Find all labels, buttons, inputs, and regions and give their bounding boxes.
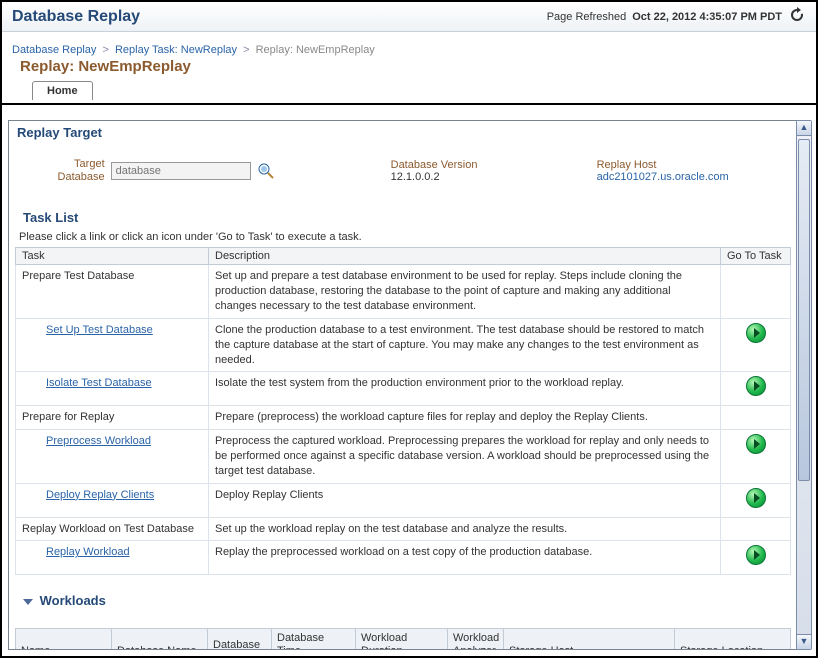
page-title: Database Replay xyxy=(12,8,140,26)
section-replay-target: Replay Target xyxy=(9,121,797,144)
go-icon[interactable] xyxy=(746,376,766,396)
scroll-down-icon[interactable]: ▼ xyxy=(797,634,811,649)
desc-col-header: Description xyxy=(209,248,721,265)
link-replay-workload[interactable]: Replay Workload xyxy=(22,546,130,558)
replay-host-label: Replay Host xyxy=(597,159,657,171)
breadcrumb-root[interactable]: Database Replay xyxy=(12,44,96,56)
db-version-label: Database Version xyxy=(391,159,478,171)
go-icon[interactable] xyxy=(746,323,766,343)
desc-deploy-clients: Deploy Replay Clients xyxy=(209,483,721,517)
link-deploy-clients[interactable]: Deploy Replay Clients xyxy=(22,489,154,501)
wk-col-dbname: Database Name xyxy=(112,629,208,650)
replay-name-heading: Replay: NewEmpReplay xyxy=(2,58,816,81)
breadcrumb-task[interactable]: Replay Task: NewReplay xyxy=(115,44,237,56)
link-isolate-test-db[interactable]: Isolate Test Database xyxy=(22,377,152,389)
wk-col-dbver: Database Version xyxy=(208,629,272,650)
section-task-list: Task List xyxy=(15,206,791,229)
go-icon[interactable] xyxy=(746,545,766,565)
desc-replay-workload: Set up the workload replay on the test d… xyxy=(209,517,721,541)
wk-col-sloc: Storage Location xyxy=(675,629,791,650)
target-database-label: Target Database xyxy=(49,158,105,184)
go-icon[interactable] xyxy=(746,434,766,454)
task-replay-workload: Replay Workload on Test Database xyxy=(16,517,209,541)
task-prepare-test-db: Prepare Test Database xyxy=(16,265,209,319)
wk-col-report: Workload Analyzer Report xyxy=(448,629,504,650)
breadcrumb: Database Replay > Replay Task: NewReplay… xyxy=(2,32,816,58)
section-workloads: Workloads xyxy=(40,593,106,608)
scroll-thumb[interactable] xyxy=(798,139,810,481)
desc-replay-workload-sub: Replay the preprocessed workload on a te… xyxy=(209,541,721,575)
go-icon[interactable] xyxy=(746,488,766,508)
page-refreshed-time: Oct 22, 2012 4:35:07 PM PDT xyxy=(632,11,782,23)
replay-host-link[interactable]: adc2101027.us.oracle.com xyxy=(597,171,729,183)
desc-prepare-replay: Prepare (preprocess) the workload captur… xyxy=(209,406,721,430)
wk-col-name: Name xyxy=(16,629,112,650)
tab-home[interactable]: Home xyxy=(32,81,93,100)
search-icon[interactable] xyxy=(257,162,275,180)
breadcrumb-current: Replay: NewEmpReplay xyxy=(256,44,375,56)
desc-preprocess-workload: Preprocess the captured workload. Prepro… xyxy=(209,430,721,484)
scrollbar[interactable]: ▲ ▼ xyxy=(796,120,812,650)
chevron-down-icon[interactable] xyxy=(23,599,33,605)
page-refreshed-label: Page Refreshed xyxy=(547,11,627,23)
target-database-field[interactable] xyxy=(111,162,251,180)
desc-isolate-test-db: Isolate the test system from the product… xyxy=(209,372,721,406)
task-list-instructions: Please click a link or click an icon und… xyxy=(15,229,791,247)
db-version-value: 12.1.0.0.2 xyxy=(391,171,440,183)
wk-col-dur: Workload Duration (hh:mm:ss) xyxy=(356,629,448,650)
link-setup-test-db[interactable]: Set Up Test Database xyxy=(22,324,153,336)
desc-setup-test-db: Clone the production database to a test … xyxy=(209,318,721,372)
task-col-header: Task xyxy=(16,248,209,265)
task-prepare-replay: Prepare for Replay xyxy=(16,406,209,430)
wk-col-dbtime: Database Time (hh:mm:ss) xyxy=(272,629,356,650)
scroll-up-icon[interactable]: ▲ xyxy=(797,121,811,136)
wk-col-shost: Storage Host xyxy=(504,629,675,650)
task-prepare-test-db-desc: Set up and prepare a test database envir… xyxy=(209,265,721,319)
link-preprocess-workload[interactable]: Preprocess Workload xyxy=(22,435,151,447)
goto-col-header: Go To Task xyxy=(721,248,791,265)
refresh-icon[interactable] xyxy=(788,6,806,27)
